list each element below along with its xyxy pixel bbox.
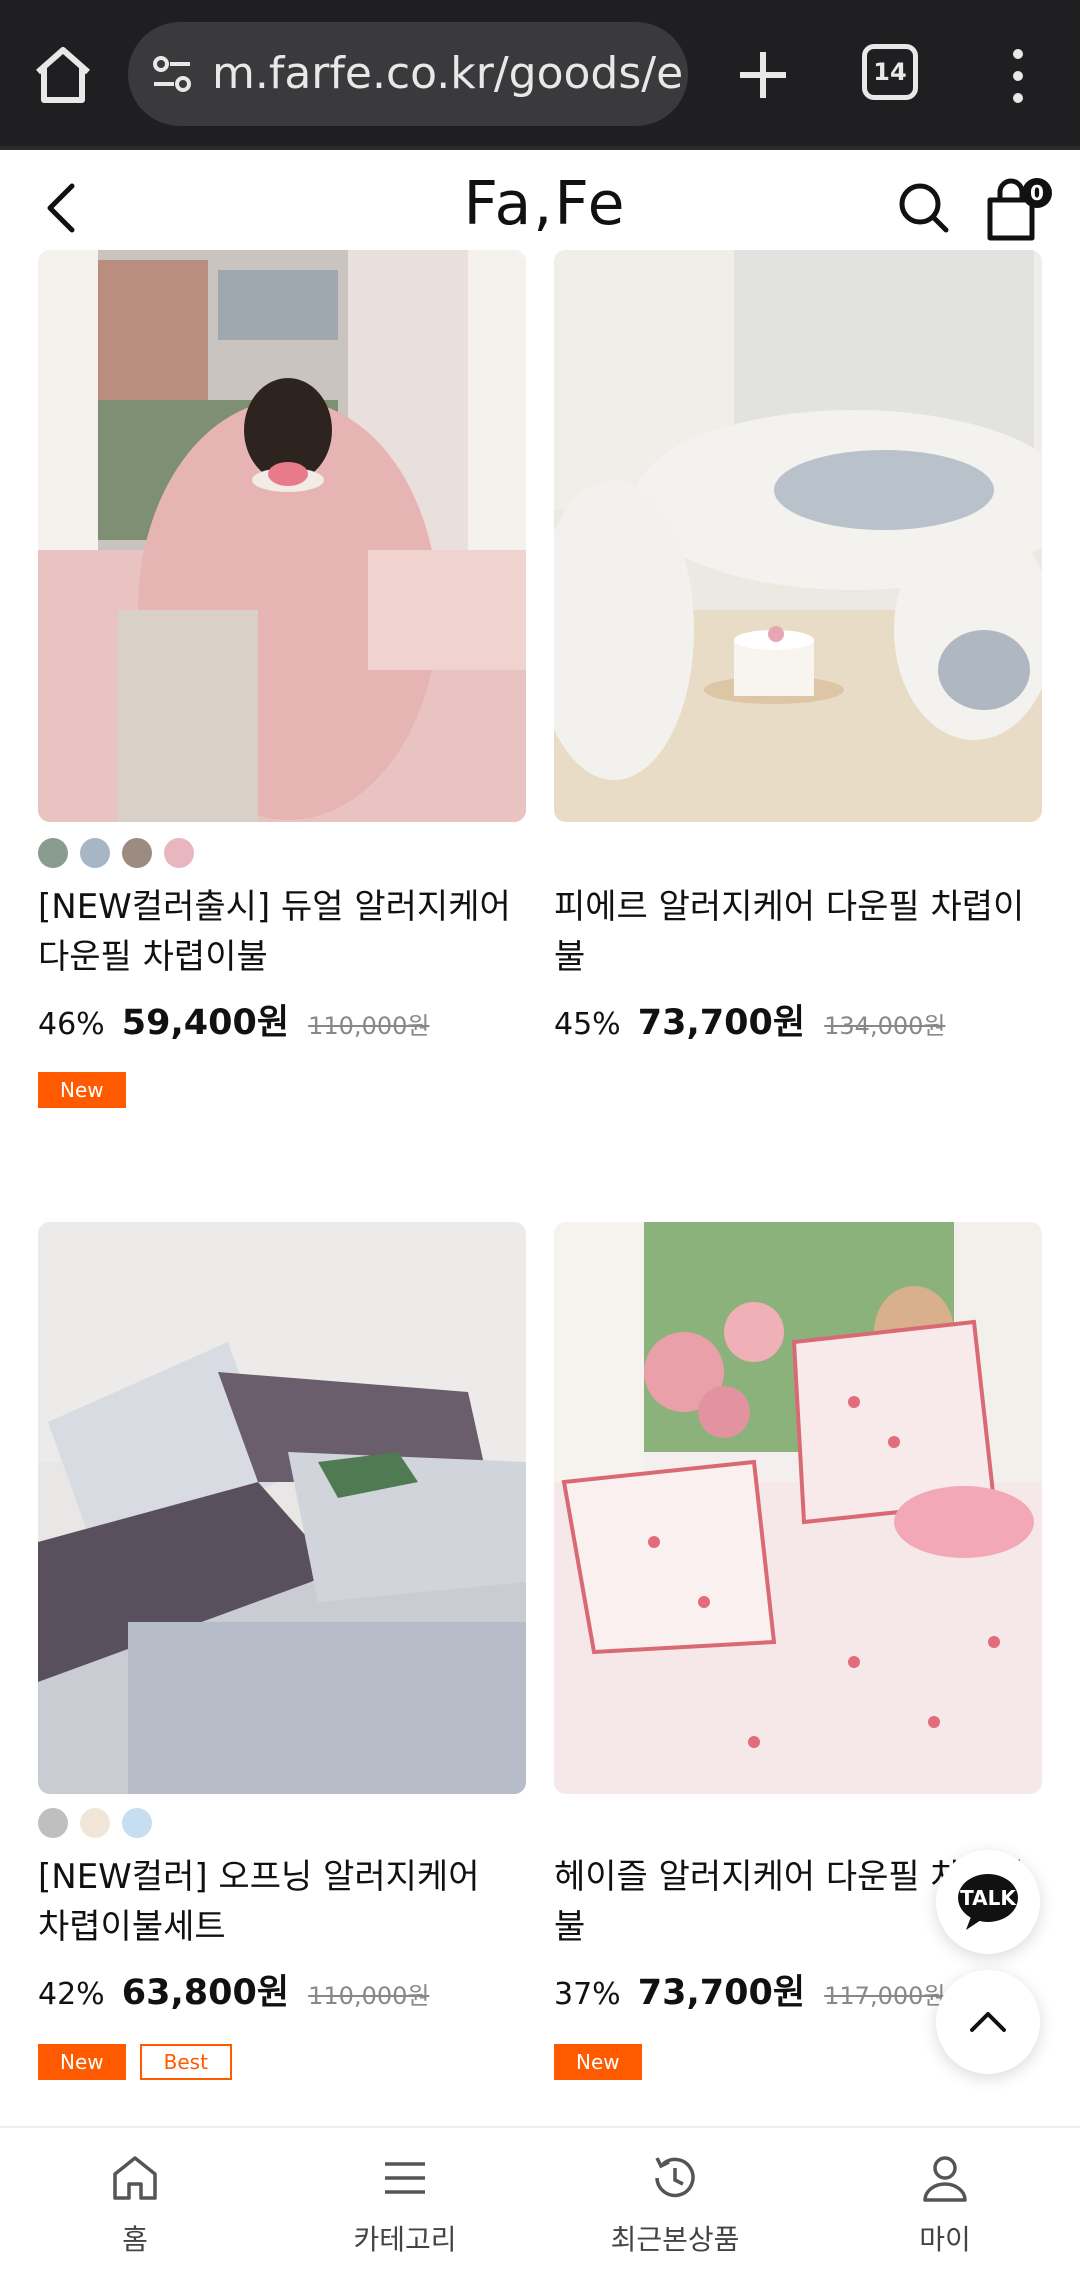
menu-icon: [385, 2162, 425, 2194]
product-name[interactable]: 피에르 알러지케어 다운필 차렵이불: [554, 882, 1034, 982]
brand-logo[interactable]: Fa,Fe: [450, 174, 640, 234]
chevron-up-icon: [970, 2012, 1006, 2032]
new-badge: New: [38, 2044, 126, 2080]
app-header: Fa,Fe 0: [0, 150, 1080, 252]
badge-row: New Best: [38, 2044, 246, 2084]
price-row: 46% 59,400원 110,000원: [38, 994, 429, 1044]
color-swatch[interactable]: [122, 838, 152, 868]
color-swatches: [38, 1808, 164, 1842]
sale-price: 73,700원: [637, 1973, 806, 2013]
tab-switcher-button[interactable]: 14: [862, 44, 918, 100]
color-swatch[interactable]: [164, 838, 194, 868]
browser-menu-icon[interactable]: [1000, 44, 1036, 108]
kakao-talk-button[interactable]: TALK: [936, 1850, 1040, 1954]
product-image[interactable]: [38, 1222, 526, 1794]
search-icon[interactable]: [896, 180, 952, 236]
user-icon: [923, 2156, 967, 2202]
history-icon: [655, 2157, 695, 2198]
product-card[interactable]: 헤이즐 알러지케어 다운필 차렵이불 37% 73,700원 117,000원 …: [554, 1222, 1042, 2080]
cart-count-badge: 0: [1022, 178, 1052, 208]
color-swatch[interactable]: [80, 1808, 110, 1838]
discount-rate: 45%: [554, 1007, 621, 1042]
new-badge: New: [554, 2044, 642, 2080]
price-row: 42% 63,800원 110,000원: [38, 1964, 429, 2014]
browser-home-icon[interactable]: [30, 42, 96, 108]
color-swatch[interactable]: [38, 838, 68, 868]
original-price: 134,000원: [824, 1012, 946, 1040]
nav-category[interactable]: 카테고리: [305, 2150, 505, 2270]
product-card[interactable]: 피에르 알러지케어 다운필 차렵이불 45% 73,700원 134,000원: [554, 250, 1042, 1043]
nav-my[interactable]: 마이: [845, 2150, 1045, 2270]
badge-row: New: [38, 1072, 140, 1112]
nav-category-label: 카테고리: [353, 2223, 457, 2256]
price-row: 45% 73,700원 134,000원: [554, 994, 945, 1044]
price-row: 37% 73,700원 117,000원: [554, 1964, 945, 2014]
product-image[interactable]: [554, 1222, 1042, 1794]
new-tab-icon[interactable]: [728, 40, 798, 110]
address-bar[interactable]: m.farfe.co.kr/goods/e: [128, 22, 688, 126]
badge-row: New: [554, 2044, 656, 2084]
back-arrow-icon[interactable]: [38, 178, 86, 238]
nav-my-label: 마이: [919, 2223, 971, 2256]
sale-price: 63,800원: [121, 1973, 290, 2013]
discount-rate: 46%: [38, 1007, 105, 1042]
bottom-navigation: 홈 카테고리 최근본상품 마이: [0, 2126, 1080, 2286]
color-swatches: [38, 838, 206, 872]
color-swatch[interactable]: [122, 1808, 152, 1838]
product-image[interactable]: [554, 250, 1042, 822]
scroll-to-top-button[interactable]: [936, 1970, 1040, 2074]
new-badge: New: [38, 1072, 126, 1108]
color-swatch[interactable]: [38, 1808, 68, 1838]
sale-price: 59,400원: [121, 1003, 290, 1043]
browser-toolbar: m.farfe.co.kr/goods/e 14: [0, 0, 1080, 150]
nav-home-label: 홈: [122, 2223, 148, 2256]
home-icon: [113, 2156, 157, 2200]
url-text[interactable]: m.farfe.co.kr/goods/e: [212, 48, 683, 100]
color-swatch[interactable]: [80, 838, 110, 868]
best-badge: Best: [139, 2044, 232, 2080]
original-price: 110,000원: [308, 1012, 430, 1040]
original-price: 110,000원: [308, 1982, 430, 2010]
nav-recent-label: 최근본상품: [610, 2223, 740, 2256]
product-name[interactable]: [NEW컬러] 오프닝 알러지케어 차렵이불세트: [38, 1852, 518, 1952]
nav-recent[interactable]: 최근본상품: [575, 2150, 775, 2270]
product-image[interactable]: [38, 250, 526, 822]
product-name[interactable]: [NEW컬러출시] 듀얼 알러지케어 다운필 차렵이불: [38, 882, 518, 982]
discount-rate: 42%: [38, 1977, 105, 2012]
site-settings-icon[interactable]: [150, 52, 194, 96]
product-card[interactable]: [NEW컬러] 오프닝 알러지케어 차렵이불세트 42% 63,800원 110…: [38, 1222, 526, 2080]
original-price: 117,000원: [824, 1982, 946, 2010]
product-card[interactable]: [NEW컬러출시] 듀얼 알러지케어 다운필 차렵이불 46% 59,400원 …: [38, 250, 526, 1108]
sale-price: 73,700원: [637, 1003, 806, 1043]
talk-label: TALK: [960, 1886, 1016, 1910]
discount-rate: 37%: [554, 1977, 621, 2012]
nav-home[interactable]: 홈: [35, 2150, 235, 2270]
